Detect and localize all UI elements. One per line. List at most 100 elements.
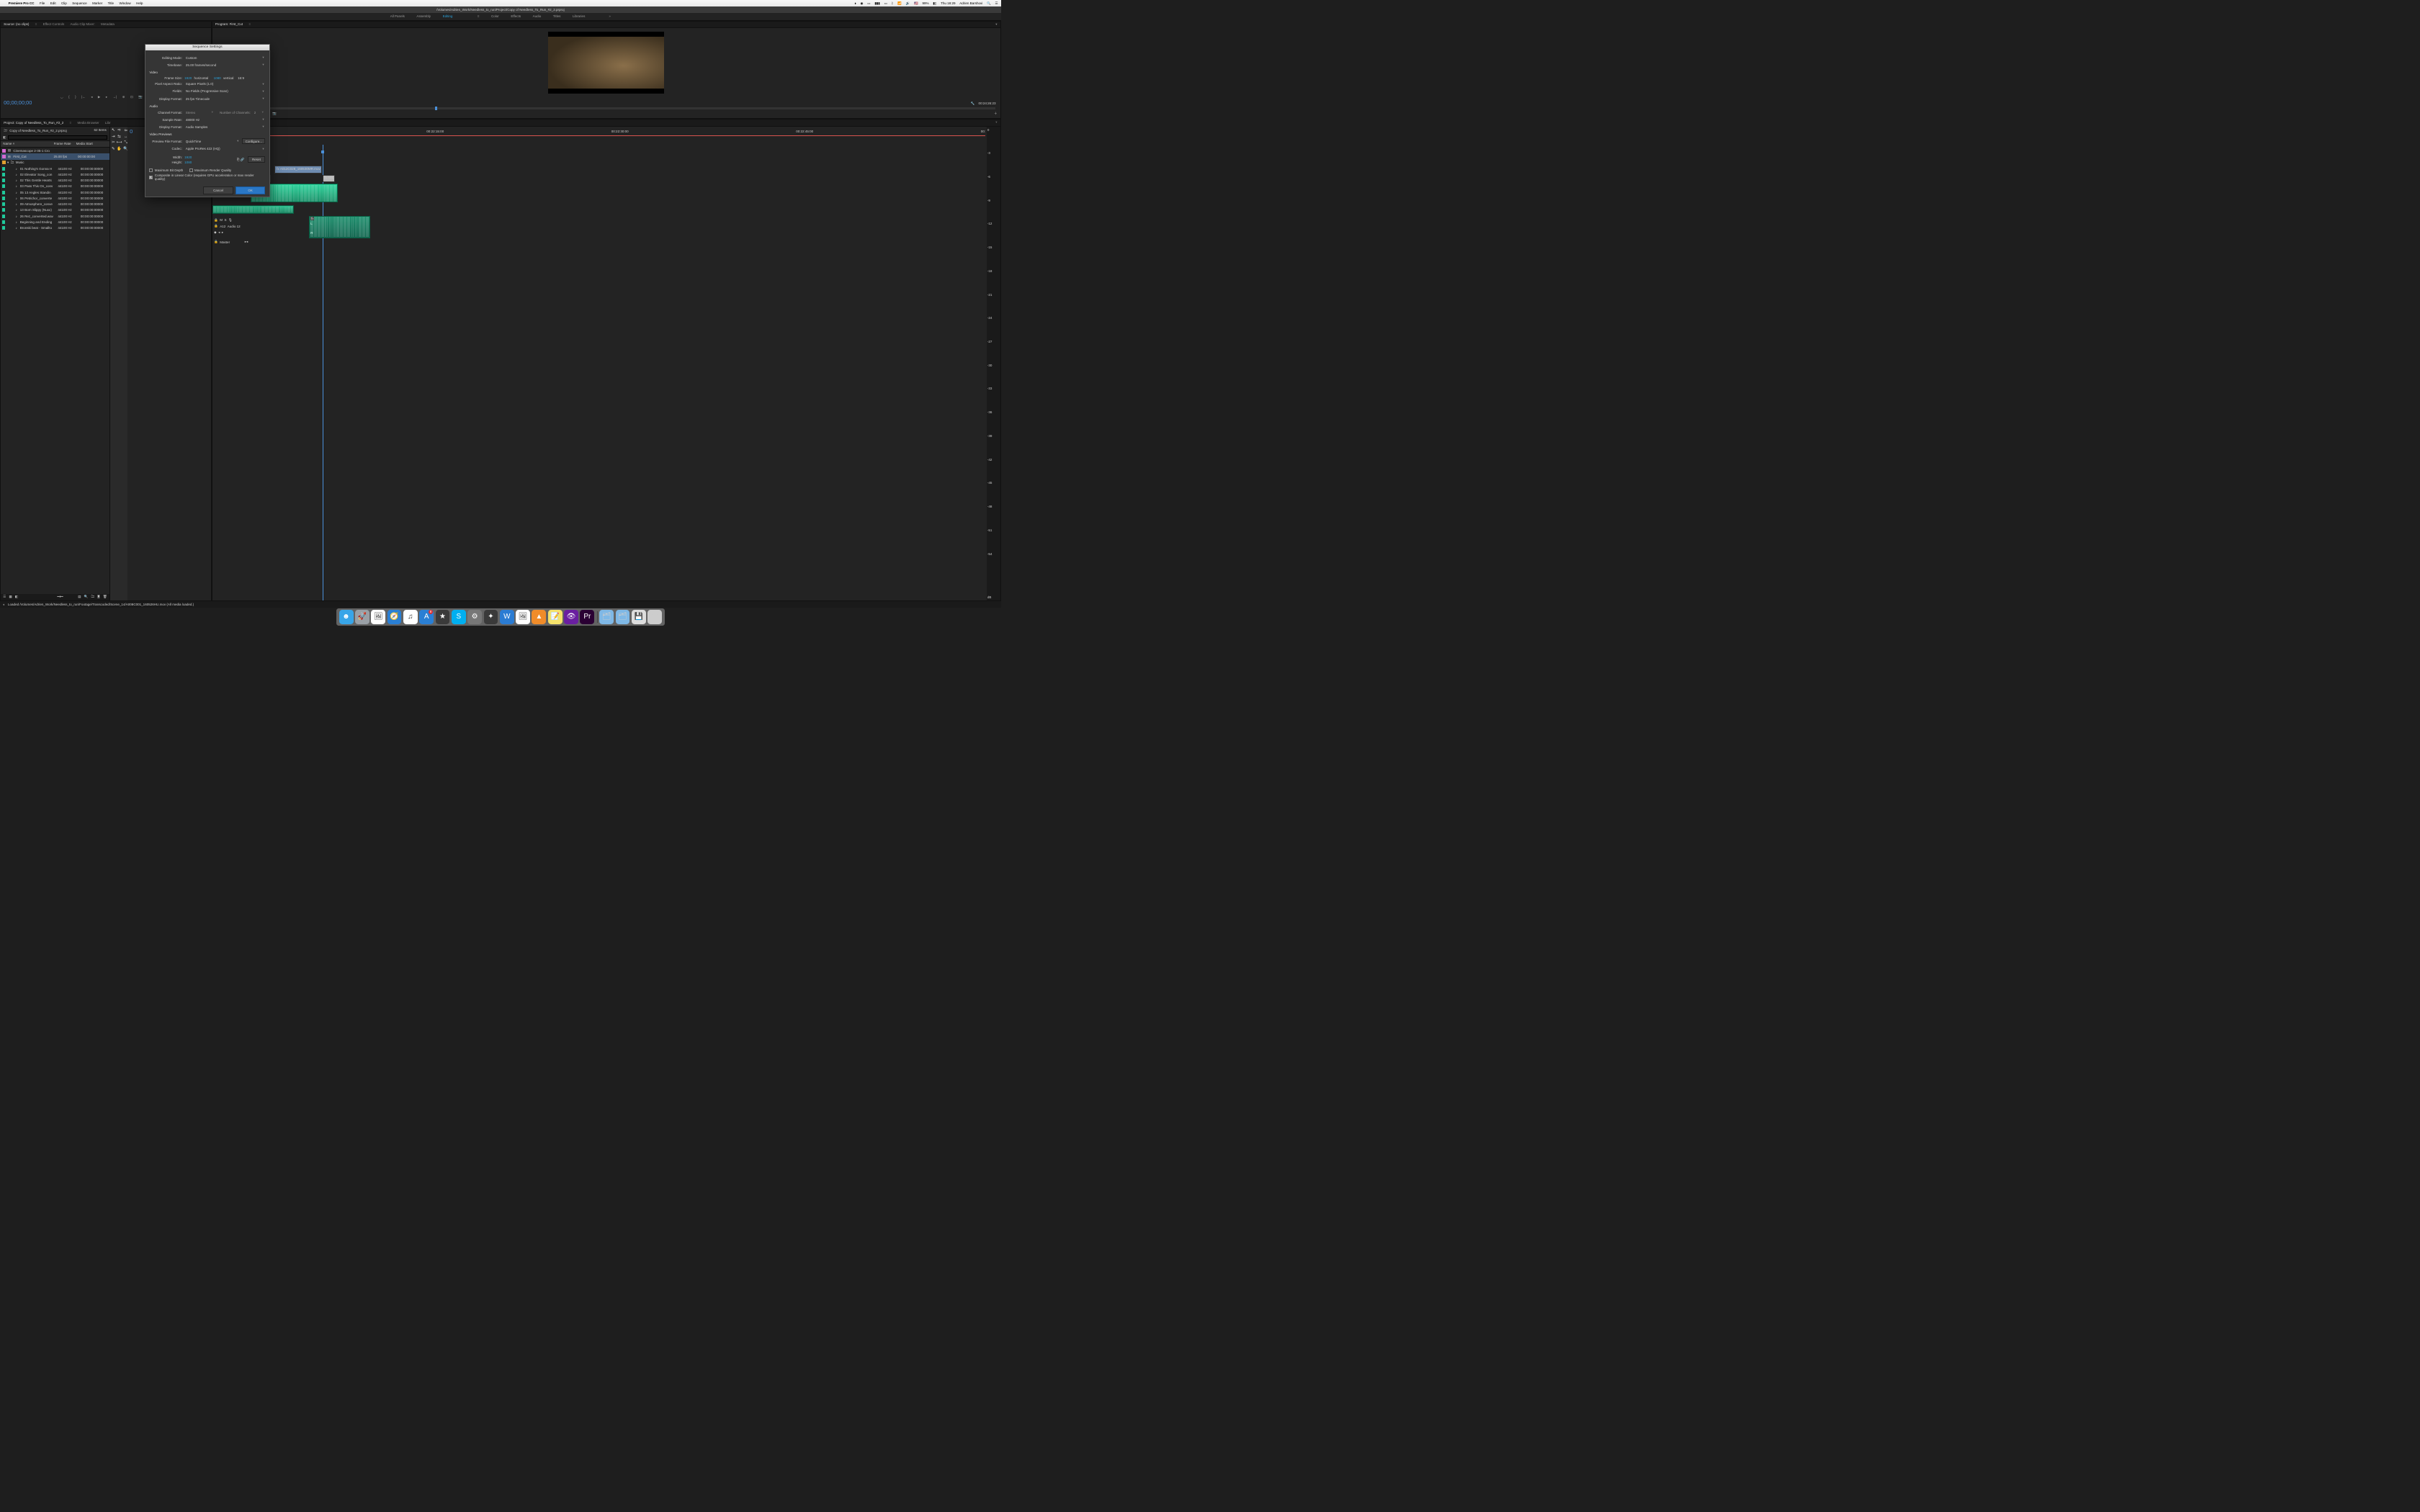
label-swatch[interactable] <box>2 220 6 224</box>
volume-icon[interactable]: 🔊 <box>906 1 910 6</box>
tab-libraries[interactable]: Libr <box>105 121 111 125</box>
dock-notes-icon[interactable]: 📝 <box>548 610 563 624</box>
label-swatch[interactable] <box>2 155 6 158</box>
video-clip-main[interactable]: fx A012C028_160530MR.mov [V <box>274 166 321 174</box>
preview-height-input[interactable]: 1080 <box>184 161 192 164</box>
ws-editing[interactable]: Editing <box>443 14 453 18</box>
cancel-button[interactable]: Cancel <box>203 186 233 194</box>
prog-button-editor-icon[interactable]: ＋ <box>994 112 998 116</box>
label-swatch[interactable] <box>2 161 6 164</box>
program-timecode[interactable]: 00:24:26:23 <box>979 102 996 105</box>
dock-trash-icon-3[interactable]: 🗑 <box>647 610 662 624</box>
settings-icon[interactable]: 🔧 <box>971 102 975 105</box>
menu-clip[interactable]: Clip <box>61 1 67 5</box>
table-row[interactable]: ♪06 Petrichor_converte44100 Hz00:00:00:0… <box>1 195 109 201</box>
new-item-icon[interactable]: 🗏 <box>97 594 100 600</box>
label-swatch[interactable] <box>2 215 6 218</box>
audio-display-format-select[interactable]: Audio Samples <box>184 125 265 130</box>
track-keyframe-icon[interactable]: ◆ <box>214 230 217 235</box>
goto-in-icon[interactable]: |← <box>81 95 86 99</box>
label-swatch[interactable] <box>2 202 6 206</box>
ws-assembly[interactable]: Assembly <box>416 14 431 18</box>
dock-skype-icon[interactable]: S <box>452 610 466 624</box>
dock-finder-icon[interactable]: ☻ <box>339 610 354 624</box>
dock-preview-icon[interactable]: 🖼 <box>516 610 530 624</box>
preview-file-format-select[interactable]: QuickTime <box>184 138 240 144</box>
tab-media-browser[interactable]: Media Browser <box>77 121 99 125</box>
dock-vlc-icon[interactable]: ▲ <box>532 610 546 624</box>
tab-program[interactable]: Program: First_Cut <box>215 22 243 26</box>
table-row[interactable]: ▾🗀Music <box>1 160 109 166</box>
dock-settings-icon[interactable]: ⚙ <box>467 610 482 624</box>
label-swatch[interactable] <box>2 184 6 188</box>
max-render-quality-checkbox[interactable]: Maximum Render Quality <box>189 168 232 172</box>
menu-file[interactable]: File <box>40 1 45 5</box>
insert-clip-icon[interactable]: ⊕ <box>122 95 125 99</box>
fields-select[interactable]: No Fields (Progressive Scan) <box>184 89 265 94</box>
step-back-icon[interactable]: ◂ <box>91 95 92 99</box>
tab-project[interactable]: Project: Copy of Needless_To_Run_#2_2 <box>4 121 63 125</box>
menu-title[interactable]: Title <box>108 1 114 5</box>
dock-launchpad-icon[interactable]: 🚀 <box>355 610 369 624</box>
slip-tool-icon[interactable]: ⟷ <box>117 140 122 145</box>
display-format-select[interactable]: 25 fps Timecode <box>184 96 265 102</box>
timebase-select[interactable]: 25.00 frames/second <box>184 62 265 68</box>
dock-drive-icon-2[interactable]: 💾 <box>632 610 646 624</box>
ws-all-panels[interactable]: All Panels <box>390 14 405 18</box>
label-swatch[interactable] <box>2 197 6 200</box>
tab-effect-controls[interactable]: Effect Controls <box>43 22 65 26</box>
table-row[interactable]: ♪Beginning and Ending44100 Hz00:00:00:00… <box>1 219 109 225</box>
source-timecode[interactable]: 00;00;00;00 <box>4 99 32 106</box>
rolling-edit-icon[interactable]: ⇆ <box>117 135 122 139</box>
battery-full-icon[interactable]: ▮▯ <box>933 1 936 6</box>
dock-appstore-icon[interactable]: A8 <box>419 610 434 624</box>
search-input[interactable] <box>8 135 107 140</box>
menu-marker[interactable]: Marker <box>92 1 102 5</box>
display-icon[interactable]: ▭ <box>867 1 870 6</box>
table-row[interactable]: ♪09 Atmosphere_conve44100 Hz00:00:00:000… <box>1 202 109 207</box>
mark-in-icon[interactable]: { <box>68 95 70 99</box>
ws-titles[interactable]: Titles <box>553 14 561 18</box>
table-row[interactable]: ♪26 Rez_converted.wav44100 Hz00:00:00:00… <box>1 213 109 219</box>
new-bin-icon[interactable]: 🗀 <box>91 594 94 600</box>
hand-tool-icon[interactable]: ✋ <box>117 147 122 151</box>
flag-icon[interactable]: 🇺🇸 <box>914 1 918 6</box>
ws-color[interactable]: Color <box>491 14 499 18</box>
track-next-kf-icon[interactable]: ▸ <box>222 230 223 235</box>
link-dimensions-icon[interactable]: ⎘ 🔗 <box>237 158 245 162</box>
reset-button[interactable]: Reset <box>248 156 266 163</box>
dropbox-icon[interactable]: ⬧ <box>855 1 856 5</box>
col-media-start[interactable]: Media Start <box>76 142 103 145</box>
configure-button[interactable]: Configure... <box>242 138 265 145</box>
trash-icon[interactable]: 🗑 <box>103 595 107 599</box>
codec-select[interactable]: Apple ProRes 422 (HQ) <box>184 146 265 152</box>
label-swatch[interactable] <box>2 149 6 153</box>
table-row[interactable]: ♪03 Pass This On_conv44100 Hz00:00:00:00… <box>1 184 109 189</box>
bin-icon[interactable]: 🗁 <box>4 129 8 132</box>
table-row[interactable]: ♪13 Born Slippy (Nuxx)44100 Hz00:00:00:0… <box>1 207 109 213</box>
zoom-slider-icon[interactable]: ━●━ <box>57 595 63 599</box>
track-select-fwd-icon[interactable]: ⥤ <box>117 128 122 133</box>
wifi-icon[interactable]: 📶 <box>897 1 902 6</box>
dock-premiere-icon[interactable]: Pr <box>580 610 594 624</box>
audio-clip-2[interactable] <box>212 205 294 214</box>
track-target-a12[interactable]: A12 <box>220 225 225 228</box>
bluetooth-icon[interactable]: ᛒ <box>892 1 894 5</box>
dock-itunes-icon[interactable]: ♫ <box>403 610 418 624</box>
col-frame-rate[interactable]: Frame Rate <box>54 142 76 145</box>
dock-fcp-icon[interactable]: ✦ <box>484 610 498 624</box>
timeline-ruler[interactable]: 00:00 00:22:15:00 00:22:30:00 00:22:45:0… <box>251 130 985 135</box>
close-panel-icon[interactable]: ▾ <box>995 22 997 27</box>
prog-export-frame-icon[interactable]: 📷 <box>272 112 277 116</box>
tab-source[interactable]: Source: (no clips) <box>4 22 29 26</box>
dock-folder-icon-0[interactable]: 🗂 <box>599 610 614 624</box>
automate-icon[interactable]: ▤ <box>78 595 81 599</box>
label-swatch[interactable] <box>2 167 6 171</box>
tab-metadata[interactable]: Metadata <box>101 22 115 26</box>
selection-tool-icon[interactable]: ↖ <box>112 128 115 133</box>
overwrite-clip-icon[interactable]: ⊡ <box>130 95 133 99</box>
add-marker-icon[interactable]: ◡ <box>60 95 63 99</box>
ws-libraries[interactable]: Libraries <box>573 14 585 18</box>
par-select[interactable]: Square Pixels (1.0) <box>184 81 265 87</box>
track-prev-kf-icon[interactable]: ◂ <box>218 230 220 235</box>
